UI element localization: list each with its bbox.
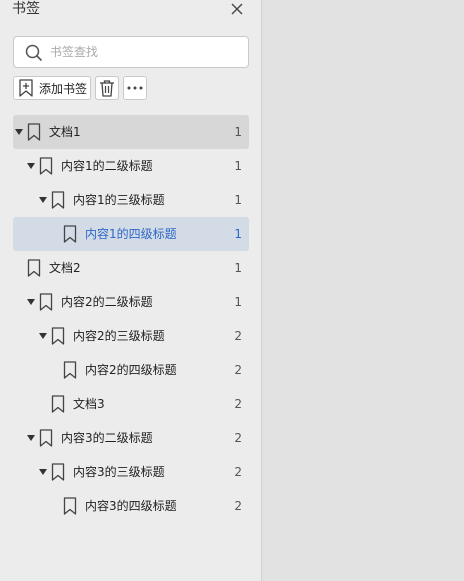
delete-bookmark-button[interactable] bbox=[95, 76, 119, 100]
search-input[interactable] bbox=[50, 42, 240, 62]
caret-down-icon[interactable] bbox=[27, 433, 35, 443]
bookmark-count: 2 bbox=[234, 363, 242, 377]
bookmark-label: 内容3的二级标题 bbox=[61, 431, 153, 445]
bookmark-icon bbox=[27, 123, 41, 141]
caret-down-icon[interactable] bbox=[39, 195, 47, 205]
bookmark-item[interactable]: 文档2 1 bbox=[13, 251, 249, 285]
caret-down-icon[interactable] bbox=[15, 127, 23, 137]
add-bookmark-label: 添加书签 bbox=[39, 81, 88, 96]
bookmark-count: 2 bbox=[234, 465, 242, 479]
bookmark-label: 文档2 bbox=[49, 261, 81, 275]
bookmark-count: 2 bbox=[234, 397, 242, 411]
bookmark-tree: 文档1 1 内容1的二级标题 1 内容1的三级标题 1 内容1的四级标题 1 文档2 1 内容2的二… bbox=[13, 115, 249, 523]
bookmark-icon bbox=[63, 361, 77, 379]
bookmark-label: 内容3的四级标题 bbox=[85, 499, 177, 513]
bookmark-count: 1 bbox=[234, 261, 242, 275]
bookmark-icon bbox=[39, 429, 53, 447]
add-bookmark-button[interactable]: 添加书签 bbox=[13, 76, 91, 100]
bookmark-icon bbox=[27, 259, 41, 277]
bookmark-item[interactable]: 内容2的四级标题 2 bbox=[13, 353, 249, 387]
add-bookmark-icon bbox=[19, 79, 33, 97]
bookmark-count: 1 bbox=[234, 295, 242, 309]
bookmark-item[interactable]: 内容2的三级标题 2 bbox=[13, 319, 249, 353]
bookmark-label: 内容1的四级标题 bbox=[85, 227, 177, 241]
bookmark-icon bbox=[51, 395, 65, 413]
bookmark-item[interactable]: 文档1 1 bbox=[13, 115, 249, 149]
bookmark-item[interactable]: 内容1的四级标题 1 bbox=[13, 217, 249, 251]
caret-down-icon[interactable] bbox=[27, 161, 35, 171]
bookmark-label: 内容3的三级标题 bbox=[73, 465, 165, 479]
bookmark-icon bbox=[51, 191, 65, 209]
bookmark-icon bbox=[39, 293, 53, 311]
bookmark-label: 文档1 bbox=[49, 125, 81, 139]
bookmark-icon bbox=[51, 327, 65, 345]
bookmark-count: 1 bbox=[234, 159, 242, 173]
search-icon bbox=[25, 44, 43, 62]
more-icon bbox=[127, 86, 143, 90]
bookmark-icon bbox=[51, 463, 65, 481]
close-button[interactable] bbox=[228, 0, 246, 18]
caret-down-icon[interactable] bbox=[27, 297, 35, 307]
bookmark-label: 内容2的二级标题 bbox=[61, 295, 153, 309]
bookmark-count: 2 bbox=[234, 499, 242, 513]
bookmark-item[interactable]: 内容3的四级标题 2 bbox=[13, 489, 249, 523]
search-box[interactable] bbox=[13, 36, 249, 68]
trash-icon bbox=[100, 80, 114, 97]
bookmark-count: 2 bbox=[234, 431, 242, 445]
bookmark-label: 内容2的三级标题 bbox=[73, 329, 165, 343]
bookmark-item[interactable]: 内容2的二级标题 1 bbox=[13, 285, 249, 319]
bookmark-icon bbox=[39, 157, 53, 175]
bookmark-item[interactable]: 内容1的二级标题 1 bbox=[13, 149, 249, 183]
bookmark-label: 内容2的四级标题 bbox=[85, 363, 177, 377]
panel-title: 书签 bbox=[12, 1, 40, 17]
bookmark-count: 2 bbox=[234, 329, 242, 343]
bookmark-count: 1 bbox=[234, 125, 242, 139]
bookmark-panel: 书签 添加书签 bbox=[0, 0, 262, 581]
bookmark-item[interactable]: 内容3的二级标题 2 bbox=[13, 421, 249, 455]
bookmark-count: 1 bbox=[234, 227, 242, 241]
bookmark-icon bbox=[63, 225, 77, 243]
more-options-button[interactable] bbox=[123, 76, 147, 100]
bookmark-count: 1 bbox=[234, 193, 242, 207]
caret-down-icon[interactable] bbox=[39, 331, 47, 341]
bookmark-icon bbox=[63, 497, 77, 515]
bookmark-label: 内容1的二级标题 bbox=[61, 159, 153, 173]
close-icon bbox=[231, 3, 243, 15]
bookmark-item[interactable]: 内容3的三级标题 2 bbox=[13, 455, 249, 489]
caret-down-icon[interactable] bbox=[39, 467, 47, 477]
bookmark-item[interactable]: 文档3 2 bbox=[13, 387, 249, 421]
bookmark-label: 内容1的三级标题 bbox=[73, 193, 165, 207]
bookmark-label: 文档3 bbox=[73, 397, 105, 411]
bookmark-item[interactable]: 内容1的三级标题 1 bbox=[13, 183, 249, 217]
